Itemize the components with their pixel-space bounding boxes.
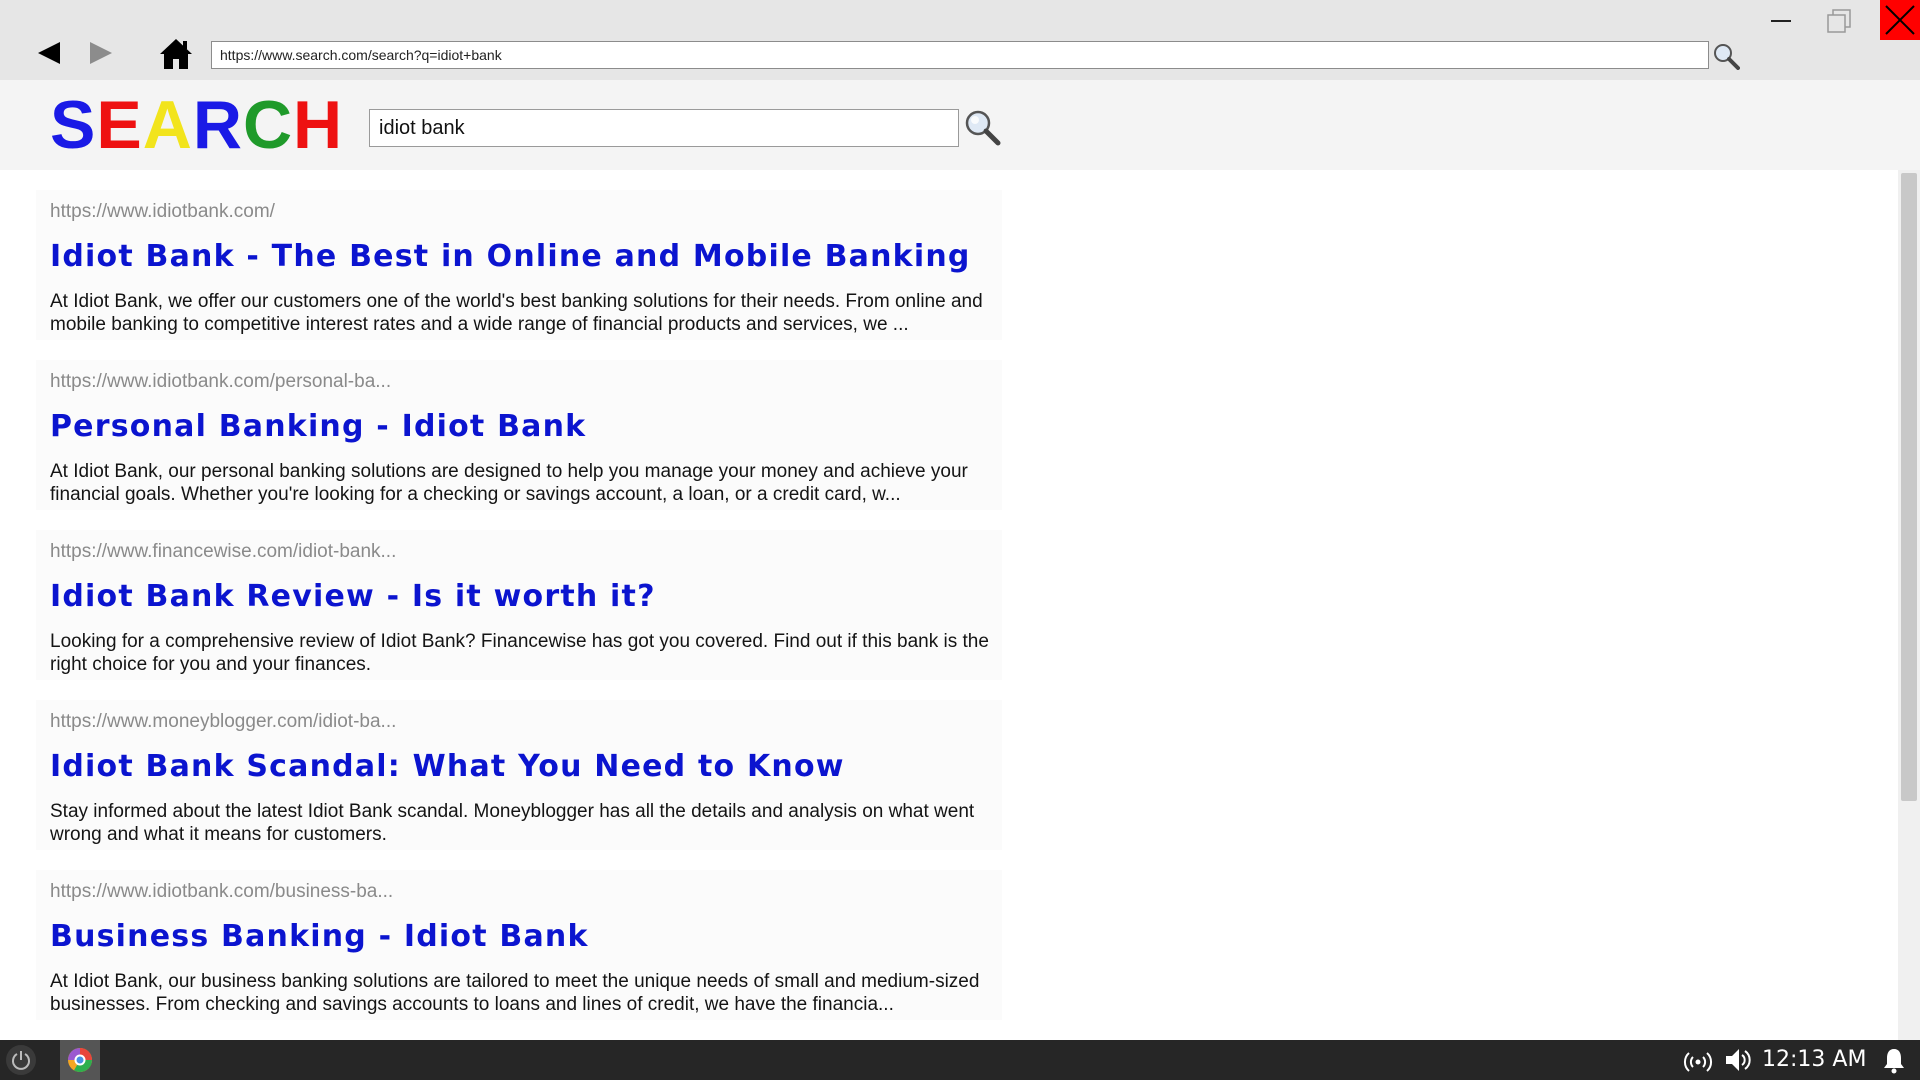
home-button[interactable]: [158, 36, 194, 72]
result-item: https://www.idiotbank.com/business-ba...…: [36, 870, 1002, 1020]
back-button[interactable]: [34, 38, 64, 68]
result-description: At Idiot Bank, our business banking solu…: [50, 971, 980, 1015]
address-bar[interactable]: [211, 41, 1709, 69]
taskbar: 12:13 AM: [0, 1040, 1920, 1080]
logo-letter: A: [142, 87, 193, 163]
maximize-button[interactable]: [1824, 6, 1854, 36]
result-title-link[interactable]: Personal Banking - Idiot Bank: [50, 408, 1002, 446]
network-button[interactable]: [1682, 1046, 1713, 1074]
result-description: Looking for a comprehensive review of Id…: [50, 631, 989, 675]
result-url: https://www.financewise.com/idiot-bank..…: [50, 541, 397, 562]
minimize-icon: [1771, 20, 1791, 22]
search-input[interactable]: [369, 109, 959, 147]
bell-icon: [1884, 1049, 1904, 1074]
address-search-button[interactable]: [1712, 42, 1740, 70]
logo-letter: H: [293, 87, 344, 163]
home-icon: [160, 39, 192, 69]
taskbar-browser-app[interactable]: [60, 1040, 100, 1080]
close-icon: [1885, 5, 1915, 35]
browser-app-icon: [68, 1048, 92, 1073]
result-item: https://www.idiotbank.com/personal-ba...…: [36, 360, 1002, 510]
scrollbar-thumb[interactable]: [1901, 173, 1917, 801]
result-url: https://www.idiotbank.com/business-ba...: [50, 881, 394, 902]
search-results: https://www.idiotbank.com/ Idiot Bank - …: [36, 190, 1002, 1040]
logo-letter: E: [96, 87, 143, 163]
minimize-button[interactable]: [1766, 6, 1796, 36]
result-description: Stay informed about the latest Idiot Ban…: [50, 801, 975, 845]
browser-toolbar: [0, 0, 1920, 80]
result-description: At Idiot Bank, our personal banking solu…: [50, 461, 968, 505]
result-title-link[interactable]: Business Banking - Idiot Bank: [50, 918, 1002, 956]
power-icon: [12, 1051, 30, 1070]
result-url: https://www.idiotbank.com/: [50, 201, 275, 222]
power-button[interactable]: [6, 1045, 36, 1075]
network-icon: [1683, 1052, 1713, 1072]
notifications-button[interactable]: [1880, 1046, 1910, 1074]
result-title-link[interactable]: Idiot Bank Scandal: What You Need to Kno…: [50, 748, 1002, 786]
search-logo[interactable]: SEARCH: [50, 88, 343, 163]
magnifier-icon: [965, 110, 1001, 146]
result-item: https://www.moneyblogger.com/idiot-ba...…: [36, 700, 1002, 850]
result-title-link[interactable]: Idiot Bank - The Best in Online and Mobi…: [50, 238, 1002, 276]
result-url: https://www.idiotbank.com/personal-ba...: [50, 371, 392, 392]
result-item: https://www.idiotbank.com/ Idiot Bank - …: [36, 190, 1002, 340]
volume-icon: [1726, 1049, 1751, 1071]
search-button[interactable]: [962, 107, 1002, 147]
forward-arrow-icon: [90, 42, 112, 64]
magnifier-icon: [1714, 44, 1740, 70]
result-item: https://www.financewise.com/idiot-bank..…: [36, 530, 1002, 680]
logo-letter: S: [50, 87, 97, 163]
logo-letter: C: [242, 87, 294, 163]
result-title-link[interactable]: Idiot Bank Review - Is it worth it?: [50, 578, 1002, 616]
search-header: SEARCH: [0, 80, 1920, 170]
forward-button[interactable]: [86, 38, 116, 68]
maximize-icon: [1827, 9, 1851, 33]
back-arrow-icon: [38, 42, 60, 64]
result-url: https://www.moneyblogger.com/idiot-ba...: [50, 711, 397, 732]
taskbar-clock[interactable]: 12:13 AM: [1762, 1046, 1866, 1074]
logo-letter: R: [192, 87, 243, 163]
volume-button[interactable]: [1724, 1046, 1754, 1074]
close-button[interactable]: [1880, 0, 1920, 40]
result-description: At Idiot Bank, we offer our customers on…: [50, 291, 983, 335]
